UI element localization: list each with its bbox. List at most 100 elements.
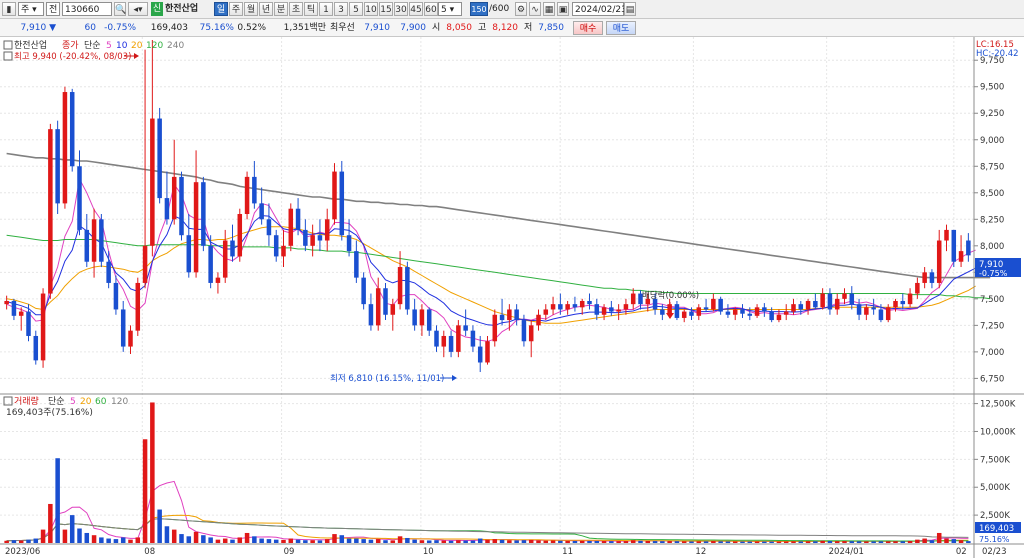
price-tick-label: 9,500 bbox=[980, 83, 1004, 93]
volume-bar bbox=[907, 540, 913, 543]
interval-button-60[interactable]: 60 bbox=[424, 2, 438, 16]
legend-stock-name: 한전산업 bbox=[14, 40, 47, 51]
volume-bar bbox=[922, 538, 927, 543]
price-tick-label: 7,250 bbox=[980, 321, 1004, 331]
tools-icon[interactable]: ⚙ bbox=[515, 2, 527, 16]
period-tab-2[interactable]: 월 bbox=[244, 2, 258, 16]
volume-bar bbox=[201, 535, 206, 543]
date-input[interactable]: 2024/02/23 bbox=[572, 2, 627, 16]
volume-bar bbox=[179, 534, 184, 543]
interval-button-1[interactable]: 1 bbox=[319, 2, 333, 16]
candle bbox=[791, 304, 796, 312]
interval-button-5[interactable]: 5 bbox=[349, 2, 363, 16]
volume-bar bbox=[754, 541, 760, 543]
candle bbox=[594, 304, 600, 315]
candle bbox=[142, 245, 148, 283]
time-label: 09 bbox=[284, 547, 295, 557]
interval-combo[interactable]: 5 ▾ bbox=[438, 2, 462, 16]
legend-ma5: 5 bbox=[106, 41, 112, 51]
candle bbox=[77, 166, 82, 230]
interval-button-45[interactable]: 45 bbox=[409, 2, 423, 16]
volume-bar bbox=[135, 537, 141, 543]
volume-tick-label: 5,000K bbox=[980, 483, 1010, 493]
search-icon[interactable]: 🔍 bbox=[114, 2, 126, 16]
candle bbox=[18, 311, 24, 316]
candle bbox=[681, 311, 687, 318]
count-button[interactable]: 150 bbox=[470, 2, 488, 16]
volume-bar bbox=[638, 540, 643, 543]
calendar-icon[interactable]: ▤ bbox=[624, 2, 636, 16]
volume-bar bbox=[521, 540, 527, 543]
buy-button[interactable]: 매수 bbox=[573, 21, 603, 35]
period-tab-0[interactable]: 일 bbox=[214, 2, 228, 16]
volume-bar bbox=[62, 529, 68, 543]
interval-button-10[interactable]: 10 bbox=[364, 2, 378, 16]
sound-icon[interactable]: ◂▾ bbox=[128, 2, 148, 16]
volume-bar bbox=[776, 541, 782, 543]
volume-bar bbox=[507, 540, 512, 543]
candle bbox=[528, 325, 534, 342]
volume-bar bbox=[856, 541, 862, 543]
menu-icon[interactable]: ▮ bbox=[2, 2, 16, 16]
print-icon[interactable]: ▦ bbox=[543, 2, 555, 16]
candle bbox=[609, 307, 614, 312]
period-tab-4[interactable]: 분 bbox=[274, 2, 288, 16]
volume-bar bbox=[616, 541, 621, 543]
candle bbox=[718, 298, 723, 312]
candle bbox=[616, 309, 621, 312]
interval-button-15[interactable]: 15 bbox=[379, 2, 393, 16]
candle bbox=[492, 314, 498, 342]
candle bbox=[179, 176, 184, 236]
candle bbox=[208, 245, 213, 283]
volume-bar bbox=[842, 541, 847, 543]
volume-bar bbox=[259, 538, 264, 543]
volume-bar bbox=[594, 540, 600, 543]
save-icon[interactable]: ▣ bbox=[557, 2, 569, 16]
volume-bar bbox=[18, 540, 24, 543]
period-tab-1[interactable]: 주 bbox=[229, 2, 243, 16]
period-tab-6[interactable]: 틱 bbox=[304, 2, 318, 16]
volume-bar bbox=[383, 540, 388, 543]
candle bbox=[856, 304, 862, 315]
candle bbox=[317, 235, 323, 241]
candle bbox=[332, 171, 337, 220]
volume-bar bbox=[609, 541, 614, 543]
dividend-annotation: 배당락(0.00%) bbox=[642, 290, 699, 301]
type-combo[interactable]: 주 ▾ bbox=[18, 2, 44, 16]
current-change-tag: -0.75% bbox=[979, 269, 1008, 278]
volume-bar bbox=[324, 539, 330, 543]
volume-bar bbox=[142, 439, 148, 543]
volume-bar bbox=[120, 537, 126, 543]
candle bbox=[966, 240, 971, 256]
market-combo[interactable]: 전 bbox=[46, 2, 60, 16]
period-tab-5[interactable]: 초 bbox=[289, 2, 303, 16]
period-tab-3[interactable]: 년 bbox=[259, 2, 273, 16]
volume-legend-ma120: 120 bbox=[111, 397, 128, 407]
candle bbox=[310, 235, 315, 246]
volume-bar bbox=[798, 541, 804, 543]
candle bbox=[193, 182, 199, 273]
candle bbox=[834, 298, 840, 310]
price-tick-label: 8,000 bbox=[980, 242, 1004, 252]
interval-button-3[interactable]: 3 bbox=[334, 2, 348, 16]
volume-bar bbox=[864, 541, 869, 543]
volume-bar bbox=[332, 534, 337, 543]
interval-button-30[interactable]: 30 bbox=[394, 2, 408, 16]
volume-bar bbox=[929, 540, 935, 543]
candle bbox=[62, 92, 68, 204]
volume-bar bbox=[558, 540, 563, 543]
stock-code-input[interactable]: 130660 bbox=[62, 2, 112, 16]
volume-bar bbox=[193, 531, 199, 543]
candle bbox=[244, 176, 250, 214]
sell-button[interactable]: 매도 bbox=[606, 21, 636, 35]
volume-bar bbox=[718, 541, 723, 543]
stock-chart[interactable]: 9,7509,5009,2509,0008,7508,5008,2508,000… bbox=[0, 37, 1024, 558]
ask-label: 최우선 bbox=[330, 23, 355, 33]
volume-bar bbox=[805, 541, 811, 543]
candle bbox=[579, 300, 585, 308]
chart-type-icon[interactable]: ∿ bbox=[529, 2, 541, 16]
price-tick-label: 9,000 bbox=[980, 136, 1004, 146]
candle bbox=[397, 267, 403, 305]
volume-legend-name: 거래량 bbox=[14, 395, 39, 407]
volume-bar bbox=[936, 532, 942, 543]
